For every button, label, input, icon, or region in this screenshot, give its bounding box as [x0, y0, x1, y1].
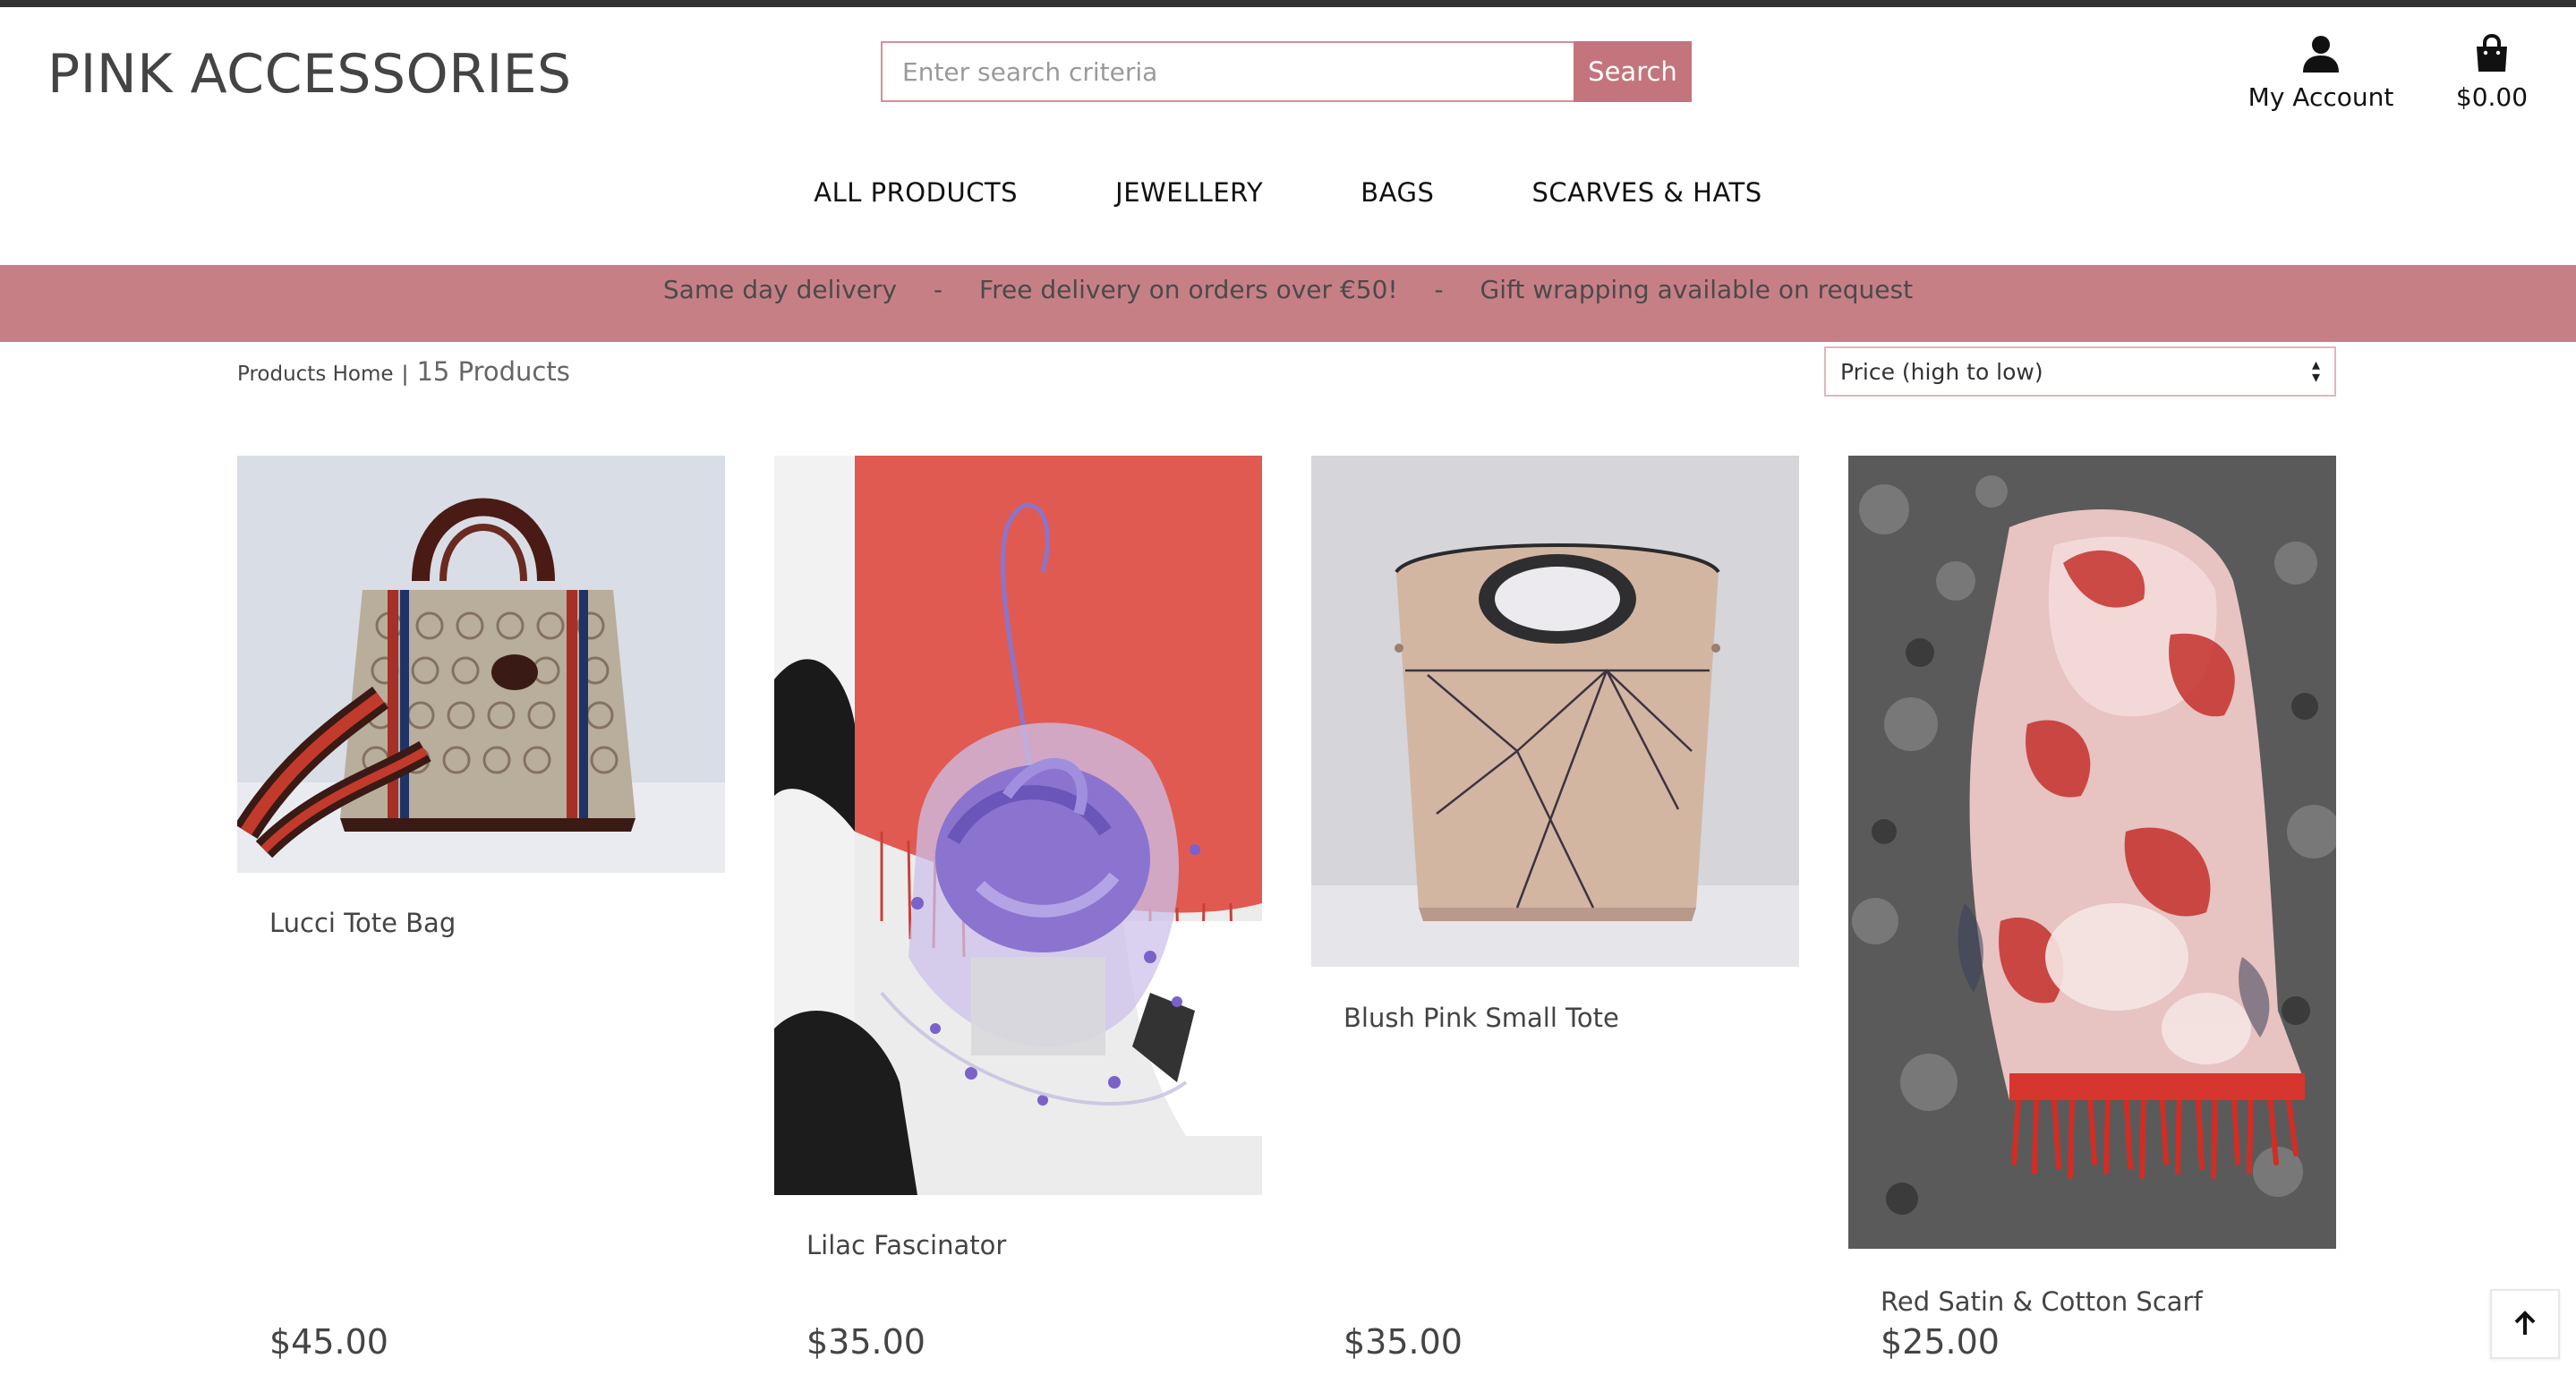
back-to-top-button[interactable] [2490, 1289, 2560, 1359]
product-name[interactable]: Red Satin & Cotton Scarf [1881, 1286, 2203, 1317]
search-form: Search [881, 41, 1692, 102]
product-name[interactable]: Lilac Fascinator [806, 1230, 1006, 1260]
banner-message-free-delivery: Free delivery on orders over €50! [979, 275, 1398, 304]
sort-arrows-icon: ▴ ▾ [2311, 355, 2320, 387]
product-name[interactable]: Blush Pink Small Tote [1343, 1003, 1619, 1033]
main-nav: ALL PRODUCTS JEWELLERY BAGS SCARVES & HA… [0, 177, 2576, 208]
product-image-scarf[interactable] [1848, 456, 2336, 1249]
promo-banner: Same day delivery - Free delivery on ord… [0, 265, 2576, 342]
product-image-pink-tote[interactable] [1311, 456, 1799, 967]
sort-selected-value: Price (high to low) [1840, 358, 2043, 385]
banner-message-delivery: Same day delivery [662, 275, 898, 304]
site-header: PINK ACCESSORIES Search My Account $0.00… [0, 7, 2576, 265]
product-price: $45.00 [269, 1322, 388, 1362]
user-icon [2303, 36, 2339, 73]
site-logo[interactable]: PINK ACCESSORIES [47, 43, 572, 106]
my-account-link[interactable]: My Account [2247, 34, 2395, 112]
product-card[interactable]: Lilac Fascinator $35.00 [774, 456, 1262, 1362]
product-price: $25.00 [1881, 1322, 2000, 1362]
product-name[interactable]: Lucci Tote Bag [269, 908, 456, 938]
product-card[interactable]: Red Satin & Cotton Scarf $25.00 [1848, 456, 2336, 1362]
product-image-tote-bag[interactable] [237, 456, 725, 873]
my-account-label: My Account [2248, 82, 2394, 112]
product-card[interactable]: Lucci Tote Bag $45.00 [237, 456, 725, 1362]
search-button[interactable]: Search [1574, 41, 1692, 102]
nav-item-jewellery[interactable]: JEWELLERY [1115, 177, 1263, 208]
breadcrumb-separator: | [401, 363, 409, 386]
banner-separator: - [1434, 275, 1444, 304]
cart-link[interactable]: $0.00 [2442, 34, 2542, 112]
product-card[interactable]: Blush Pink Small Tote $35.00 [1311, 456, 1799, 1362]
nav-item-bags[interactable]: BAGS [1361, 177, 1434, 208]
top-strip [0, 0, 2576, 7]
shopping-bag-icon [2477, 34, 2507, 72]
cart-total: $0.00 [2455, 82, 2529, 112]
banner-separator: - [934, 275, 943, 304]
product-price: $35.00 [806, 1322, 925, 1362]
nav-item-scarves-hats[interactable]: SCARVES & HATS [1531, 177, 1761, 208]
breadcrumb: Products Home | 15 Products [237, 356, 570, 387]
search-input[interactable] [881, 41, 1574, 102]
arrow-up-icon [2514, 1311, 2536, 1335]
product-count: 15 Products [416, 356, 570, 387]
breadcrumb-products-home[interactable]: Products Home [237, 363, 394, 386]
banner-message-gift-wrapping: Gift wrapping available on request [1480, 275, 1914, 304]
sort-select[interactable]: Price (high to low) ▴ ▾ [1824, 346, 2336, 397]
nav-item-all-products[interactable]: ALL PRODUCTS [814, 177, 1018, 208]
product-price: $35.00 [1343, 1322, 1463, 1362]
product-image-fascinator[interactable] [774, 456, 1262, 1195]
